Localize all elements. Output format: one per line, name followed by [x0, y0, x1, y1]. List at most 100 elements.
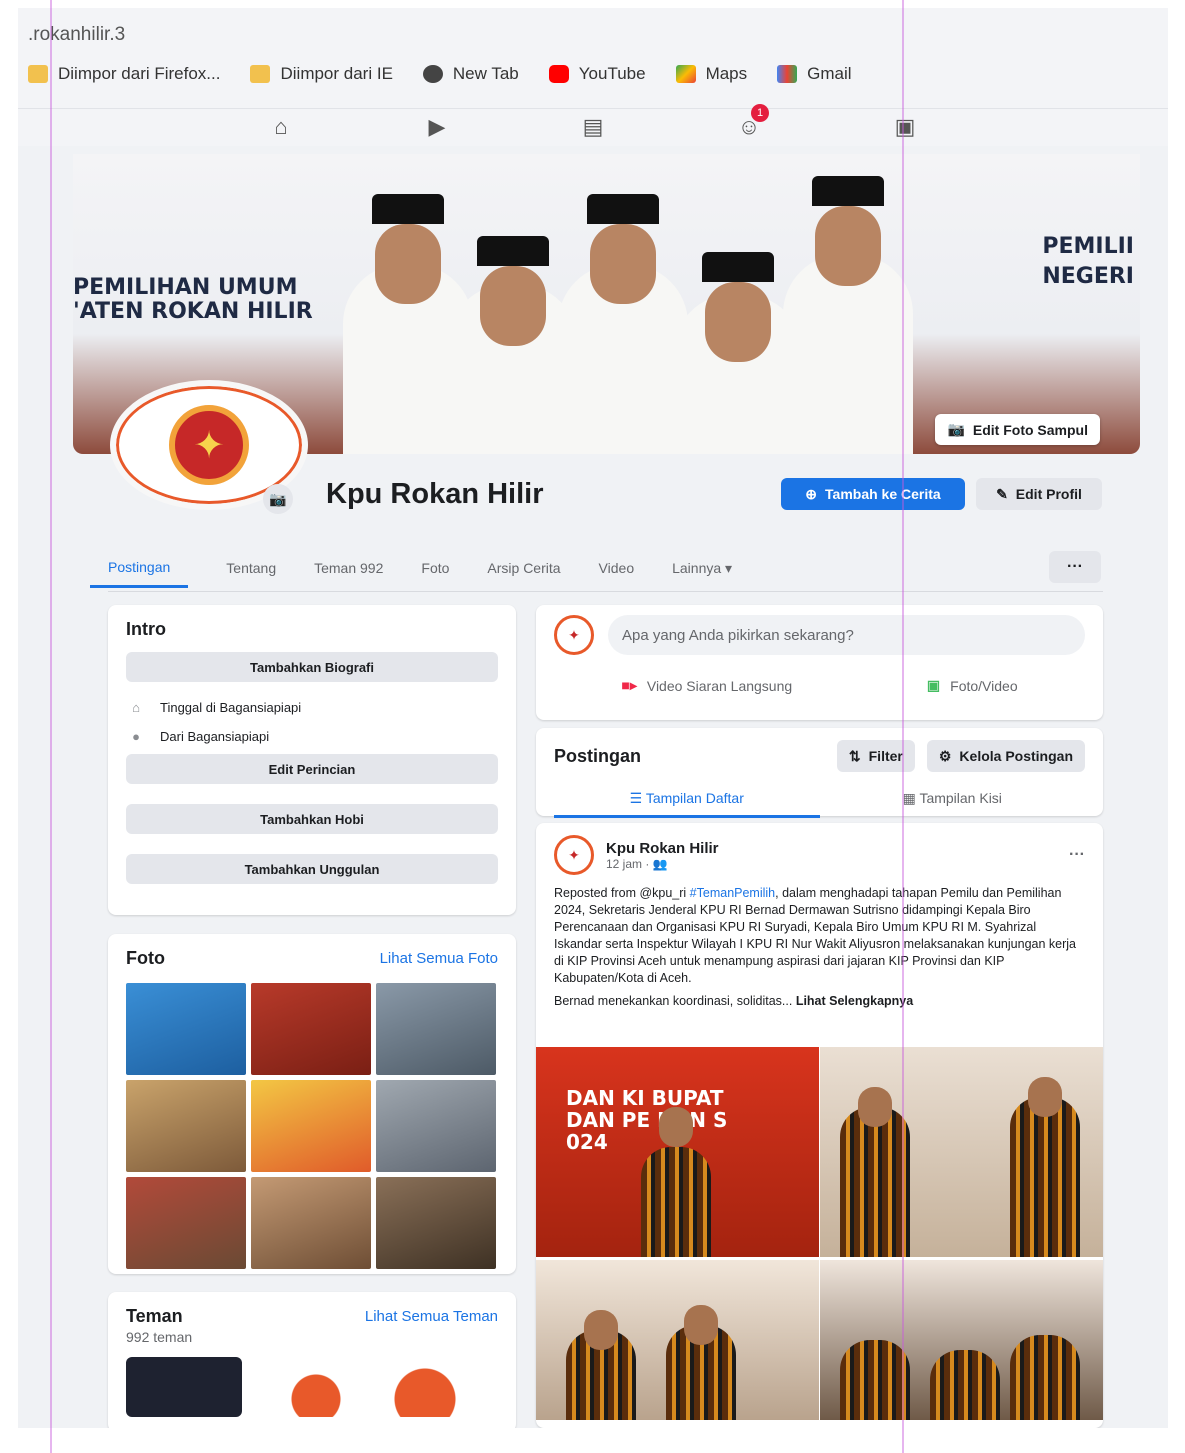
live-video-button[interactable]: ■▸ Video Siaran Langsung [621, 677, 792, 694]
folder-icon [250, 65, 271, 83]
friends-card: Teman Lihat Semua Teman 992 teman [108, 1292, 516, 1428]
list-view-tab[interactable]: ☰ Tampilan Daftar [554, 782, 820, 818]
tab-posts[interactable]: Postingan [90, 549, 189, 588]
hashtag-link[interactable]: #TemanPemilih [690, 886, 775, 900]
composer-actions: ■▸ Video Siaran Langsung ▣ Foto/Video [554, 677, 1085, 694]
photos-title: Foto [126, 948, 165, 968]
location-pin-icon: ● [132, 729, 140, 744]
photos-card: Foto Lihat Semua Foto [108, 934, 516, 1274]
folder-icon [28, 65, 48, 83]
see-all-friends-link[interactable]: Lihat Semua Teman [365, 1308, 498, 1325]
gaming-icon[interactable]: ▣ [887, 114, 923, 140]
post-image[interactable]: DAN KI BUPAT DAN PE HAN S 024 [536, 1047, 819, 1257]
photo-thumb[interactable] [251, 983, 371, 1075]
cover-left-text: PEMILIHAN UMUM 'ATEN ROKAN HILIR [73, 275, 313, 324]
lives-in-row: ⌂ Tinggal di Bagansiapiapi [126, 700, 498, 715]
post-text: Reposted from @kpu_ri #TemanPemilih, dal… [554, 886, 1076, 985]
home-icon[interactable]: ⌂ [263, 114, 299, 140]
manage-posts-button[interactable]: ⚙ Kelola Postingan [926, 740, 1085, 772]
bookmarks-bar: Diimpor dari Firefox... Diimpor dari IE … [28, 64, 852, 84]
add-featured-button[interactable]: Tambahkan Unggulan [126, 854, 498, 884]
post-options-button[interactable]: ··· [1069, 846, 1085, 864]
tab-story-archive[interactable]: Arsip Cerita [487, 550, 560, 586]
friend-thumb[interactable] [126, 1357, 242, 1417]
profile-tabs: Postingan Tentang Teman 992 Foto Arsip C… [90, 546, 732, 590]
add-bio-button[interactable]: Tambahkan Biografi [126, 652, 498, 682]
photo-thumb[interactable] [126, 983, 246, 1075]
avatar[interactable]: ✦ [554, 615, 594, 655]
filter-icon: ⇅ [848, 747, 861, 764]
profile-name: Kpu Rokan Hilir [326, 478, 544, 510]
see-more-link[interactable]: Lihat Selengkapnya [796, 994, 913, 1008]
post-author[interactable]: Kpu Rokan Hilir [606, 840, 719, 857]
gmail-icon [777, 65, 798, 83]
photo-video-button[interactable]: ▣ Foto/Video [927, 677, 1018, 694]
photo-thumb[interactable] [251, 1177, 371, 1269]
avatar[interactable]: ✦ [554, 835, 594, 875]
post-card: ✦ Kpu Rokan Hilir 12 jam · 👥 ··· Reposte… [536, 823, 1103, 1428]
image-banner-text: DAN KI BUPAT DAN PE HAN S 024 [566, 1086, 728, 1154]
post-image[interactable] [820, 1260, 1103, 1420]
camera-icon[interactable]: 📷 [263, 484, 293, 514]
add-hobby-button[interactable]: Tambahkan Hobi [126, 804, 498, 834]
groups-icon[interactable]: ☺ 1 [731, 103, 769, 140]
marketplace-icon[interactable]: ▤ [575, 114, 611, 140]
edit-details-button[interactable]: Edit Perincian [126, 754, 498, 784]
post-image[interactable] [820, 1047, 1103, 1257]
grid-icon: ▦ [902, 790, 920, 806]
create-post-card: ✦ Apa yang Anda pikirkan sekarang? ■▸ Vid… [536, 605, 1103, 720]
tab-photos[interactable]: Foto [421, 550, 449, 586]
friends-audience-icon: 👥 [652, 856, 668, 871]
add-story-button[interactable]: ⊕ Tambah ke Cerita [781, 478, 965, 510]
photo-icon: ▣ [926, 677, 941, 693]
post-text-continued: Bernad menekankan koordinasi, soliditas.… [554, 994, 914, 1008]
pencil-icon: ✎ [996, 485, 1008, 502]
more-options-button[interactable]: ··· [1049, 551, 1101, 583]
gear-icon: ⚙ [938, 747, 952, 764]
photo-thumb[interactable] [376, 1177, 496, 1269]
photo-thumb[interactable] [251, 1080, 371, 1172]
facebook-top-nav: ⌂ ▶ ▤ ☺ 1 ▣ [18, 103, 1168, 144]
edit-profile-button[interactable]: ✎ Edit Profil [976, 478, 1102, 510]
bookmark-new-tab[interactable]: New Tab [422, 64, 519, 84]
friend-count: 992 teman [126, 1329, 193, 1345]
globe-icon [422, 65, 443, 83]
friend-thumb[interactable] [286, 1357, 346, 1417]
intro-card: Intro Tambahkan Biografi ⌂ Tinggal di Bag… [108, 605, 516, 915]
divider [108, 591, 1103, 592]
photo-thumb[interactable] [126, 1177, 246, 1269]
tab-more[interactable]: Lainnya ▾ [672, 550, 732, 587]
posts-title: Postingan [554, 745, 642, 766]
photo-grid [126, 983, 498, 1269]
bookmark-firefox[interactable]: Diimpor dari Firefox... [28, 64, 220, 84]
friends-title: Teman [126, 1306, 183, 1326]
post-image[interactable] [536, 1260, 819, 1420]
tab-video[interactable]: Video [599, 550, 635, 586]
tab-friends[interactable]: Teman 992 [314, 550, 383, 586]
youtube-icon [548, 65, 569, 83]
compose-input[interactable]: Apa yang Anda pikirkan sekarang? [608, 615, 1085, 655]
posts-header-card: Postingan ⇅ Filter ⚙ Kelola Postingan ☰ Ta… [536, 728, 1103, 818]
address-bar[interactable]: .rokanhilir.3 [28, 24, 125, 46]
photo-thumb[interactable] [376, 1080, 496, 1172]
edit-cover-button[interactable]: 📷 Edit Foto Sampul [935, 414, 1100, 445]
video-icon[interactable]: ▶ [419, 114, 455, 140]
divider [902, 0, 904, 1453]
photo-thumb[interactable] [376, 983, 496, 1075]
bookmark-youtube[interactable]: YouTube [548, 64, 646, 84]
kpu-logo-icon: ✦ [169, 405, 249, 485]
see-all-photos-link[interactable]: Lihat Semua Foto [380, 950, 498, 967]
bookmark-gmail[interactable]: Gmail [777, 64, 852, 84]
bookmark-maps[interactable]: Maps [675, 64, 747, 84]
browser-chrome: .rokanhilir.3 Diimpor dari Firefox... Di… [18, 8, 1168, 146]
photo-thumb[interactable] [126, 1080, 246, 1172]
divider [50, 0, 52, 1453]
bookmark-ie[interactable]: Diimpor dari IE [250, 64, 393, 84]
tab-about[interactable]: Tentang [226, 550, 276, 586]
friend-thumbs [126, 1357, 498, 1417]
home-icon: ⌂ [132, 700, 140, 715]
friend-thumb[interactable] [390, 1357, 460, 1417]
grid-view-tab[interactable]: ▦ Tampilan Kisi [820, 782, 1086, 818]
post-time: 12 jam · 👥 [606, 856, 668, 871]
cover-people-photo [343, 176, 913, 454]
